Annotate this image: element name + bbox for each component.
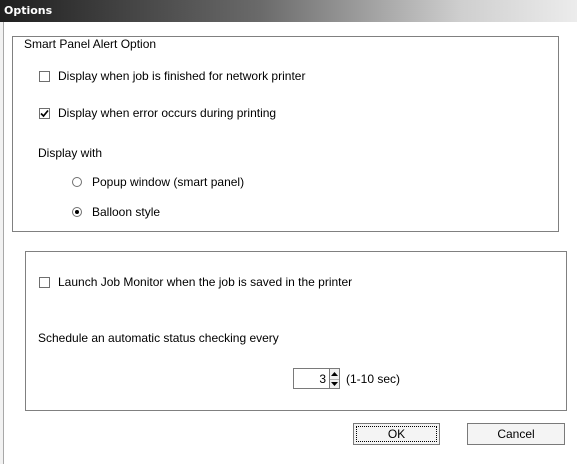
smart-panel-alert-group xyxy=(12,36,559,232)
smart-panel-alert-legend: Smart Panel Alert Option xyxy=(22,37,159,51)
popup-window-option[interactable]: Popup window (smart panel) xyxy=(72,175,244,189)
title-bar[interactable]: Options xyxy=(0,0,577,22)
launch-monitor-checkbox[interactable] xyxy=(39,276,50,288)
interval-unit-label: (1-10 sec) xyxy=(346,372,401,386)
error-printing-label: Display when error occurs during printin… xyxy=(58,106,277,120)
error-printing-checkbox[interactable] xyxy=(39,107,50,119)
network-printer-label: Display when job is finished for network… xyxy=(58,69,306,83)
spin-down-button[interactable] xyxy=(330,379,339,389)
balloon-style-label: Balloon style xyxy=(92,205,161,219)
arrow-up-icon xyxy=(331,372,338,376)
launch-monitor-label: Launch Job Monitor when the job is saved… xyxy=(58,275,353,289)
window-title: Options xyxy=(4,4,53,17)
cancel-button[interactable]: Cancel xyxy=(467,423,565,445)
balloon-style-option[interactable]: Balloon style xyxy=(72,205,160,219)
dialog-left-border xyxy=(0,22,4,464)
options-dialog: Options Smart Panel Alert Option Display… xyxy=(0,0,577,464)
interval-spinner[interactable] xyxy=(330,368,340,389)
network-printer-checkbox[interactable] xyxy=(39,70,50,82)
popup-window-label: Popup window (smart panel) xyxy=(92,175,245,189)
display-with-label: Display with xyxy=(38,146,103,160)
schedule-label: Schedule an automatic status checking ev… xyxy=(38,331,279,345)
radio-selected-dot xyxy=(75,210,79,214)
ok-button[interactable]: OK xyxy=(353,423,440,445)
network-printer-option[interactable]: Display when job is finished for network… xyxy=(39,69,305,83)
checkmark-icon xyxy=(40,109,49,117)
balloon-style-radio[interactable] xyxy=(72,207,82,217)
arrow-down-icon xyxy=(331,382,338,386)
launch-monitor-option[interactable]: Launch Job Monitor when the job is saved… xyxy=(39,275,352,289)
popup-window-radio[interactable] xyxy=(72,177,82,187)
interval-input[interactable]: 3 xyxy=(293,368,330,389)
error-printing-option[interactable]: Display when error occurs during printin… xyxy=(39,106,276,120)
